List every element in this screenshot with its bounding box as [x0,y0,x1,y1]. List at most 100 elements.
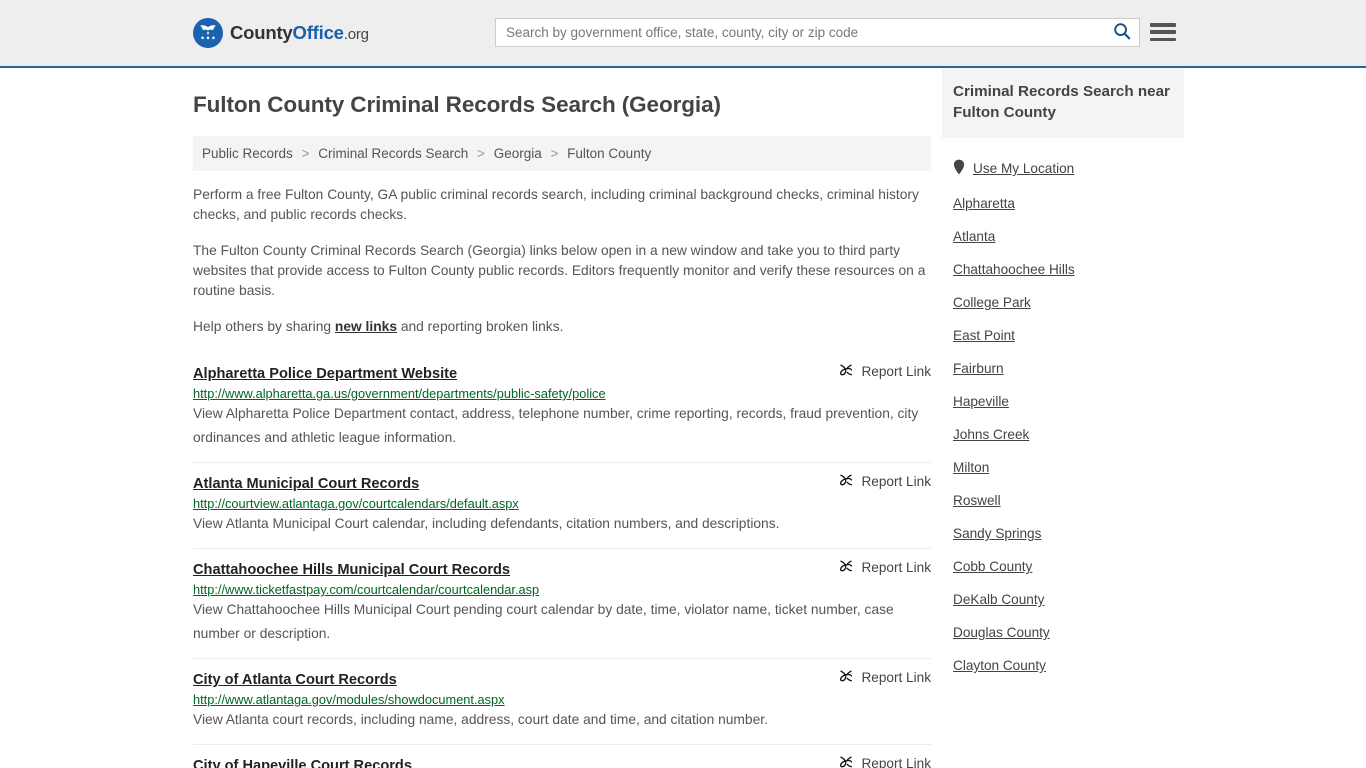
broken-link-icon [838,472,854,491]
sidebar-item-east-point[interactable]: East Point [942,319,1184,352]
sidebar-item-label[interactable]: Hapeville [953,394,1009,409]
result-url[interactable]: http://www.atlantaga.gov/modules/showdoc… [193,692,931,707]
hamburger-bar [1150,30,1176,34]
sidebar-item-label[interactable]: Johns Creek [953,427,1029,442]
sidebar-item-label[interactable]: Milton [953,460,989,475]
sidebar-list: Use My Location Alpharetta Atlanta Chatt… [942,150,1184,682]
report-link-button[interactable]: Report Link [838,754,931,768]
eagle-seal-icon [193,18,223,48]
broken-link-icon [838,754,854,768]
site-logo[interactable]: CountyOffice.org [193,18,369,48]
breadcrumb-separator-icon: > [477,146,485,161]
sidebar-item-label[interactable]: DeKalb County [953,592,1044,607]
sidebar-item-label[interactable]: Use My Location [973,161,1074,176]
result-description: View Alpharetta Police Department contac… [193,406,919,445]
sidebar: Criminal Records Search near Fulton Coun… [942,68,1184,682]
hamburger-bar [1150,23,1176,27]
result-item: Atlanta Municipal Court Records Report L… [193,463,931,549]
page-title: Fulton County Criminal Records Search (G… [193,92,721,117]
location-pin-icon [953,159,965,178]
result-title-link[interactable]: City of Atlanta Court Records [193,672,397,688]
broken-link-icon [838,362,854,381]
brand-office: Office [292,22,344,43]
intro-paragraph-2: The Fulton County Criminal Records Searc… [193,243,926,298]
intro-p3-after: and reporting broken links. [397,319,564,334]
result-url[interactable]: http://courtview.atlantaga.gov/courtcale… [193,496,931,511]
sidebar-item-label[interactable]: Chattahoochee Hills [953,262,1075,277]
report-link-label: Report Link [861,364,931,379]
result-description: View Chattahoochee Hills Municipal Court… [193,602,894,641]
broken-link-icon [838,558,854,577]
result-title-link[interactable]: Atlanta Municipal Court Records [193,476,419,492]
sidebar-item-atlanta[interactable]: Atlanta [942,220,1184,253]
sidebar-item-hapeville[interactable]: Hapeville [942,385,1184,418]
sidebar-item-label[interactable]: Fairburn [953,361,1004,376]
sidebar-item-cobb-county[interactable]: Cobb County [942,550,1184,583]
menu-button[interactable] [1150,19,1176,45]
search-icon [1113,22,1131,43]
breadcrumb-item-fulton-county[interactable]: Fulton County [567,146,651,161]
sidebar-item-label[interactable]: Roswell [953,493,1001,508]
search-input[interactable] [496,19,1105,46]
result-item: City of Hapeville Court Records Report L… [193,745,931,768]
sidebar-item-douglas-county[interactable]: Douglas County [942,616,1184,649]
sidebar-item-fairburn[interactable]: Fairburn [942,352,1184,385]
sidebar-item-sandy-springs[interactable]: Sandy Springs [942,517,1184,550]
page-container: Fulton County Criminal Records Search (G… [0,68,1366,768]
main-content: Fulton County Criminal Records Search (G… [193,68,931,768]
site-logo-text: CountyOffice.org [230,22,369,44]
brand-county: County [230,22,293,43]
sidebar-item-clayton-county[interactable]: Clayton County [942,649,1184,682]
sidebar-item-chattahoochee-hills[interactable]: Chattahoochee Hills [942,253,1184,286]
intro-p3-before: Help others by sharing [193,319,335,334]
brand-org: .org [343,26,369,43]
sidebar-item-label[interactable]: Atlanta [953,229,995,244]
report-link-label: Report Link [861,474,931,489]
report-link-label: Report Link [861,670,931,685]
result-url[interactable]: http://www.alpharetta.ga.us/government/d… [193,386,931,401]
result-description: View Atlanta court records, including na… [193,712,768,727]
sidebar-item-label[interactable]: Cobb County [953,559,1032,574]
result-title-link[interactable]: Chattahoochee Hills Municipal Court Reco… [193,562,510,578]
sidebar-item-college-park[interactable]: College Park [942,286,1184,319]
new-links-link[interactable]: new links [335,319,397,334]
breadcrumb: Public Records > Criminal Records Search… [193,136,931,171]
result-title-link[interactable]: City of Hapeville Court Records [193,758,412,768]
sidebar-item-label[interactable]: East Point [953,328,1015,343]
result-item: Chattahoochee Hills Municipal Court Reco… [193,549,931,659]
sidebar-item-alpharetta[interactable]: Alpharetta [942,187,1184,220]
sidebar-heading: Criminal Records Search near Fulton Coun… [942,68,1184,138]
breadcrumb-item-georgia[interactable]: Georgia [494,146,542,161]
sidebar-item-roswell[interactable]: Roswell [942,484,1184,517]
breadcrumb-item-public-records[interactable]: Public Records [202,146,293,161]
hamburger-bar [1150,37,1176,41]
sidebar-item-label[interactable]: College Park [953,295,1031,310]
breadcrumb-separator-icon: > [301,146,310,161]
sidebar-item-use-my-location[interactable]: Use My Location [942,150,1184,187]
broken-link-icon [838,668,854,687]
report-link-button[interactable]: Report Link [838,472,931,491]
result-description: View Atlanta Municipal Court calendar, i… [193,516,780,531]
sidebar-item-milton[interactable]: Milton [942,451,1184,484]
search-bar [495,18,1140,47]
breadcrumb-separator-icon: > [550,146,559,161]
result-title-link[interactable]: Alpharetta Police Department Website [193,366,457,382]
sidebar-item-label[interactable]: Alpharetta [953,196,1015,211]
report-link-button[interactable]: Report Link [838,362,931,381]
sidebar-item-label[interactable]: Clayton County [953,658,1046,673]
sidebar-item-label[interactable]: Sandy Springs [953,526,1041,541]
intro-paragraph-3: Help others by sharing new links and rep… [193,317,931,337]
result-item: City of Atlanta Court Records Report Lin… [193,659,931,745]
report-link-button[interactable]: Report Link [838,558,931,577]
site-header: CountyOffice.org [0,0,1366,68]
search-button[interactable] [1105,19,1139,46]
breadcrumb-item-criminal-records-search[interactable]: Criminal Records Search [318,146,468,161]
result-url[interactable]: http://www.ticketfastpay.com/courtcalend… [193,582,931,597]
intro-text: Perform a free Fulton County, GA public … [193,185,931,337]
result-item: Alpharetta Police Department Website Rep… [193,353,931,463]
report-link-button[interactable]: Report Link [838,668,931,687]
sidebar-item-dekalb-county[interactable]: DeKalb County [942,583,1184,616]
sidebar-item-johns-creek[interactable]: Johns Creek [942,418,1184,451]
report-link-label: Report Link [861,560,931,575]
sidebar-item-label[interactable]: Douglas County [953,625,1050,640]
